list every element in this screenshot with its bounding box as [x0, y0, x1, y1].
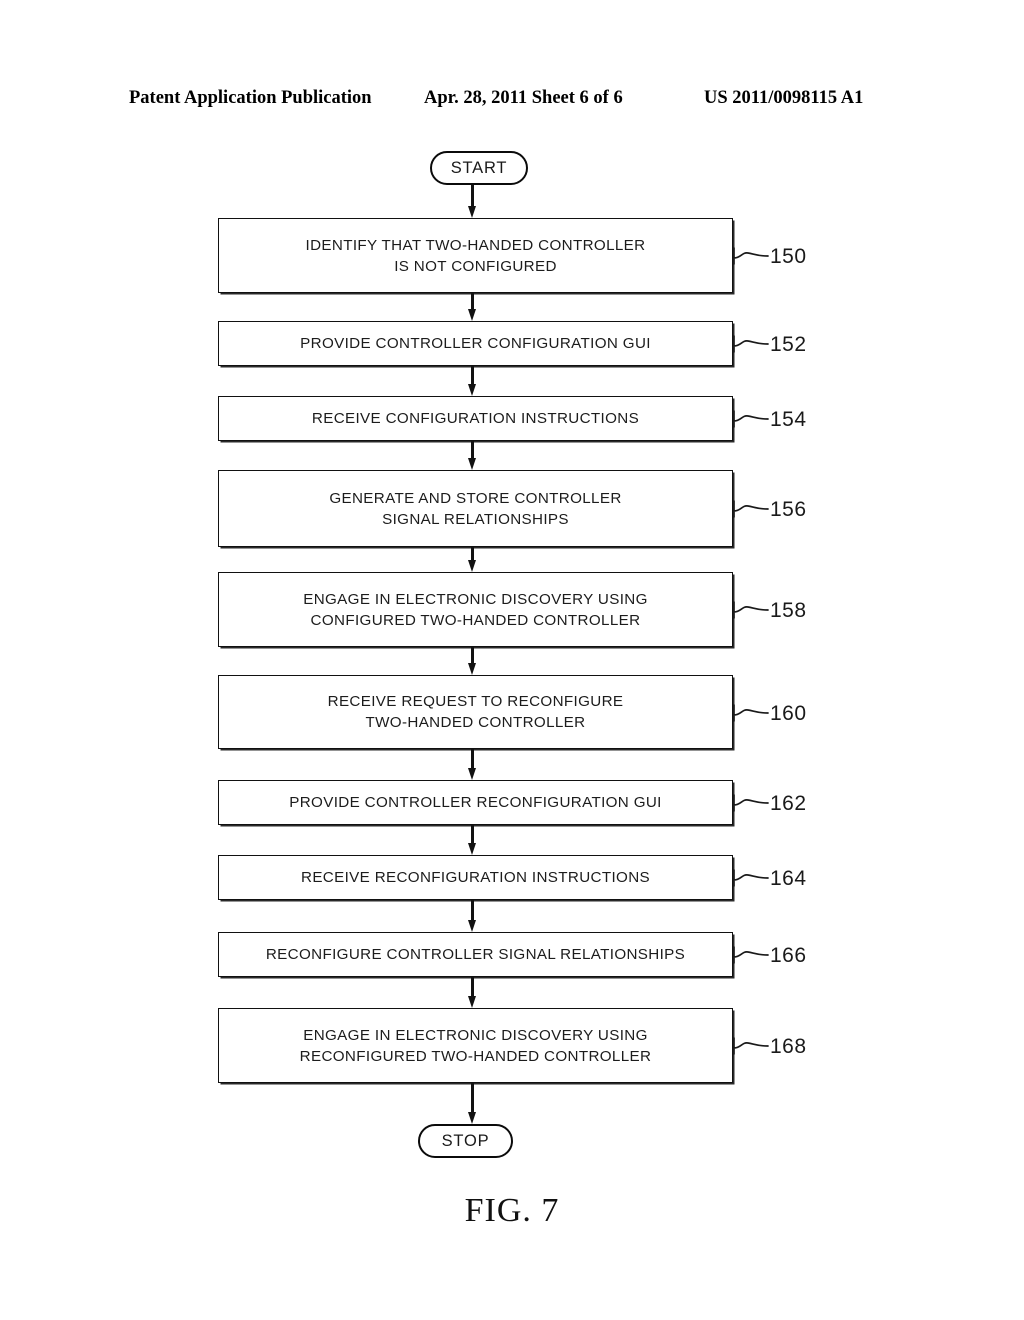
- reference-numeral-166: 166: [733, 940, 807, 970]
- reference-numeral-166-label: 166: [770, 943, 807, 967]
- process-box-168-text: ENGAGE IN ELECTRONIC DISCOVERY USING REC…: [299, 1026, 652, 1065]
- process-box-166: RECONFIGURE CONTROLLER SIGNAL RELATIONSH…: [218, 932, 733, 977]
- flowchart-diagram: START IDENTIFY THAT TWO-HANDED CONTROLLE…: [0, 0, 1024, 1320]
- reference-numeral-168-label: 168: [770, 1034, 807, 1058]
- reference-numeral-162: 162: [733, 788, 807, 818]
- leader-line-icon: [733, 946, 769, 964]
- leader-line-icon: [733, 247, 769, 265]
- process-box-156: GENERATE AND STORE CONTROLLER SIGNAL REL…: [218, 470, 733, 547]
- reference-numeral-158: 158: [733, 595, 807, 625]
- process-box-150: IDENTIFY THAT TWO-HANDED CONTROLLER IS N…: [218, 218, 733, 293]
- process-box-158: ENGAGE IN ELECTRONIC DISCOVERY USING CON…: [218, 572, 733, 647]
- leader-line-icon: [733, 500, 769, 518]
- connector-156-to-158: [468, 547, 477, 572]
- process-box-160: RECEIVE REQUEST TO RECONFIGURE TWO-HANDE…: [218, 675, 733, 749]
- reference-numeral-168: 168: [733, 1031, 807, 1061]
- leader-line-icon: [733, 410, 769, 428]
- connector-160-to-162: [468, 749, 477, 780]
- process-box-156-text: GENERATE AND STORE CONTROLLER SIGNAL REL…: [329, 489, 622, 528]
- reference-numeral-158-label: 158: [770, 598, 807, 622]
- reference-numeral-152-label: 152: [770, 332, 807, 356]
- reference-numeral-156-label: 156: [770, 497, 807, 521]
- process-box-150-text: IDENTIFY THAT TWO-HANDED CONTROLLER IS N…: [305, 236, 646, 275]
- figure-caption: FIG. 7: [464, 1192, 560, 1229]
- process-box-152: PROVIDE CONTROLLER CONFIGURATION GUI: [218, 321, 733, 366]
- start-node-label: START: [450, 158, 508, 177]
- process-box-164-text: RECEIVE RECONFIGURATION INSTRUCTIONS: [301, 869, 650, 886]
- connector-154-to-156: [468, 441, 477, 470]
- process-box-160-text: RECEIVE REQUEST TO RECONFIGURE TWO-HANDE…: [327, 693, 624, 731]
- process-box-164: RECEIVE RECONFIGURATION INSTRUCTIONS: [218, 855, 733, 900]
- process-box-154: RECEIVE CONFIGURATION INSTRUCTIONS: [218, 396, 733, 441]
- reference-numeral-164-label: 164: [770, 866, 807, 890]
- process-box-158-text: ENGAGE IN ELECTRONIC DISCOVERY USING CON…: [303, 590, 648, 629]
- leader-line-icon: [733, 601, 769, 619]
- process-box-154-text: RECEIVE CONFIGURATION INSTRUCTIONS: [311, 410, 640, 427]
- leader-line-icon: [733, 794, 769, 812]
- process-box-162-text: PROVIDE CONTROLLER RECONFIGURATION GUI: [289, 794, 662, 811]
- reference-numeral-162-label: 162: [770, 791, 807, 815]
- flowchart-start-node: START: [430, 151, 528, 185]
- flowchart-stop-node: STOP: [418, 1124, 513, 1158]
- connector-164-to-166: [468, 900, 477, 932]
- leader-line-icon: [733, 335, 769, 353]
- stop-node-label: STOP: [441, 1131, 490, 1150]
- process-box-152-text: PROVIDE CONTROLLER CONFIGURATION GUI: [300, 335, 651, 352]
- reference-numeral-160: 160: [733, 698, 807, 728]
- connector-166-to-168: [468, 977, 477, 1008]
- connector-152-to-154: [468, 366, 477, 396]
- leader-line-icon: [733, 704, 769, 722]
- reference-numeral-156: 156: [733, 494, 807, 524]
- reference-numeral-160-label: 160: [770, 701, 807, 725]
- process-box-166-text: RECONFIGURE CONTROLLER SIGNAL RELATIONSH…: [265, 946, 686, 963]
- connector-162-to-164: [468, 825, 477, 855]
- reference-numeral-154-label: 154: [770, 407, 807, 431]
- connector-158-to-160: [468, 647, 477, 675]
- leader-line-icon: [733, 1037, 769, 1055]
- connector-start-to-150: [468, 185, 477, 218]
- process-box-162: PROVIDE CONTROLLER RECONFIGURATION GUI: [218, 780, 733, 825]
- reference-numeral-150-label: 150: [770, 244, 807, 268]
- reference-numeral-154: 154: [733, 404, 807, 434]
- reference-numeral-152: 152: [733, 329, 807, 359]
- connector-150-to-152: [468, 293, 477, 321]
- connector-168-to-stop: [468, 1083, 477, 1124]
- reference-numeral-150: 150: [733, 241, 807, 271]
- reference-numeral-164: 164: [733, 863, 807, 893]
- leader-line-icon: [733, 869, 769, 887]
- process-box-168: ENGAGE IN ELECTRONIC DISCOVERY USING REC…: [218, 1008, 733, 1083]
